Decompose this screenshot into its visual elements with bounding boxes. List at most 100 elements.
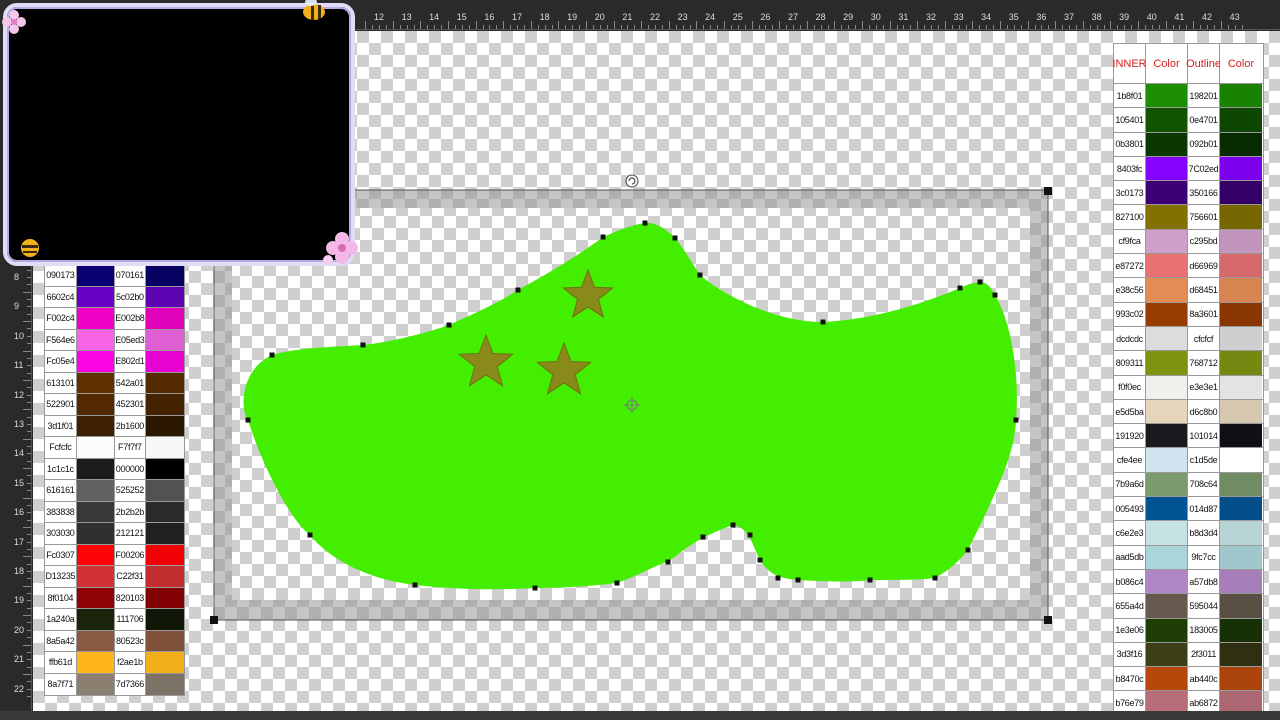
outline-color-swatch[interactable] bbox=[146, 415, 185, 436]
inner-color-swatch[interactable] bbox=[76, 458, 115, 479]
inner-color-swatch[interactable] bbox=[1146, 424, 1188, 448]
inner-color-swatch[interactable] bbox=[76, 480, 115, 501]
outline-color-swatch[interactable] bbox=[146, 523, 185, 544]
inner-color-swatch[interactable] bbox=[1146, 254, 1188, 278]
outline-color-swatch[interactable] bbox=[1220, 642, 1262, 667]
outline-color-swatch[interactable] bbox=[146, 372, 185, 393]
anchor-point[interactable] bbox=[642, 220, 648, 226]
outline-color-swatch[interactable] bbox=[146, 566, 185, 587]
inner-color-swatch[interactable] bbox=[76, 609, 115, 630]
outline-color-swatch[interactable] bbox=[146, 501, 185, 522]
outline-color-swatch[interactable] bbox=[1220, 569, 1262, 594]
outline-color-swatch[interactable] bbox=[1220, 181, 1262, 205]
anchor-point[interactable] bbox=[757, 557, 763, 563]
outline-color-swatch[interactable] bbox=[1220, 205, 1262, 229]
outline-color-swatch[interactable] bbox=[1220, 132, 1262, 156]
anchor-point[interactable] bbox=[867, 577, 873, 583]
inner-color-swatch[interactable] bbox=[1146, 278, 1188, 302]
anchor-point[interactable] bbox=[360, 342, 366, 348]
anchor-point[interactable] bbox=[977, 279, 983, 285]
outline-color-swatch[interactable] bbox=[1220, 521, 1262, 545]
outline-color-swatch[interactable] bbox=[1220, 351, 1262, 375]
inner-color-swatch[interactable] bbox=[76, 587, 115, 608]
inner-color-swatch[interactable] bbox=[1146, 205, 1188, 229]
inner-color-swatch[interactable] bbox=[1146, 181, 1188, 205]
inner-color-swatch[interactable] bbox=[1146, 132, 1188, 156]
inner-color-swatch[interactable] bbox=[76, 437, 115, 458]
anchor-point[interactable] bbox=[446, 322, 452, 328]
outline-color-swatch[interactable] bbox=[1220, 667, 1262, 691]
inner-color-swatch[interactable] bbox=[76, 351, 115, 372]
outline-color-swatch[interactable] bbox=[1220, 84, 1262, 108]
inner-color-swatch[interactable] bbox=[76, 544, 115, 565]
inner-color-swatch[interactable] bbox=[1146, 399, 1188, 424]
anchor-point[interactable] bbox=[932, 575, 938, 581]
outline-color-swatch[interactable] bbox=[1220, 594, 1262, 618]
anchor-point[interactable] bbox=[665, 559, 671, 565]
inner-color-swatch[interactable] bbox=[1146, 569, 1188, 594]
outline-color-swatch[interactable] bbox=[146, 265, 185, 286]
inner-color-swatch[interactable] bbox=[1146, 497, 1188, 521]
outline-color-swatch[interactable] bbox=[1220, 326, 1262, 351]
anchor-point[interactable] bbox=[532, 585, 538, 591]
outline-color-swatch[interactable] bbox=[146, 652, 185, 673]
anchor-point[interactable] bbox=[697, 272, 703, 278]
outline-color-swatch[interactable] bbox=[1220, 278, 1262, 302]
anchor-point[interactable] bbox=[307, 532, 313, 538]
anchor-point[interactable] bbox=[515, 287, 521, 293]
outline-color-swatch[interactable] bbox=[1220, 302, 1262, 326]
outline-color-swatch[interactable] bbox=[1220, 156, 1262, 181]
anchor-point[interactable] bbox=[672, 235, 678, 241]
inner-color-swatch[interactable] bbox=[76, 652, 115, 673]
inner-color-swatch[interactable] bbox=[76, 673, 115, 695]
anchor-point[interactable] bbox=[775, 575, 781, 581]
inner-color-swatch[interactable] bbox=[1146, 618, 1188, 642]
inner-color-swatch[interactable] bbox=[1146, 326, 1188, 351]
inner-color-swatch[interactable] bbox=[1146, 351, 1188, 375]
outline-color-swatch[interactable] bbox=[1220, 448, 1262, 472]
outline-color-swatch[interactable] bbox=[1220, 424, 1262, 448]
outline-color-swatch[interactable] bbox=[1220, 254, 1262, 278]
outline-color-swatch[interactable] bbox=[1220, 375, 1262, 399]
anchor-point[interactable] bbox=[700, 534, 706, 540]
outline-color-swatch[interactable] bbox=[1220, 229, 1262, 254]
anchor-point[interactable] bbox=[820, 319, 826, 325]
inner-color-swatch[interactable] bbox=[1146, 642, 1188, 667]
anchor-point[interactable] bbox=[957, 285, 963, 291]
outline-color-swatch[interactable] bbox=[1220, 497, 1262, 521]
inner-color-swatch[interactable] bbox=[1146, 448, 1188, 472]
inner-color-swatch[interactable] bbox=[1146, 302, 1188, 326]
outline-color-swatch[interactable] bbox=[146, 630, 185, 651]
outline-color-swatch[interactable] bbox=[146, 480, 185, 501]
anchor-point[interactable] bbox=[412, 582, 418, 588]
outline-color-swatch[interactable] bbox=[146, 437, 185, 458]
outline-color-swatch[interactable] bbox=[146, 587, 185, 608]
outline-color-swatch[interactable] bbox=[1220, 472, 1262, 497]
inner-color-swatch[interactable] bbox=[76, 329, 115, 350]
inner-color-swatch[interactable] bbox=[76, 286, 115, 307]
inner-color-swatch[interactable] bbox=[76, 630, 115, 651]
outline-color-swatch[interactable] bbox=[146, 458, 185, 479]
inner-color-swatch[interactable] bbox=[76, 501, 115, 522]
inner-color-swatch[interactable] bbox=[76, 265, 115, 286]
inner-color-swatch[interactable] bbox=[76, 372, 115, 393]
inner-color-swatch[interactable] bbox=[1146, 545, 1188, 569]
anchor-point[interactable] bbox=[747, 532, 753, 538]
outline-color-swatch[interactable] bbox=[146, 286, 185, 307]
inner-color-swatch[interactable] bbox=[76, 523, 115, 544]
anchor-point[interactable] bbox=[795, 577, 801, 583]
anchor-point[interactable] bbox=[614, 580, 620, 586]
outline-color-swatch[interactable] bbox=[1220, 545, 1262, 569]
anchor-point[interactable] bbox=[730, 522, 736, 528]
inner-color-swatch[interactable] bbox=[76, 566, 115, 587]
outline-color-swatch[interactable] bbox=[1220, 108, 1262, 132]
resize-handle-top-right[interactable] bbox=[1044, 187, 1052, 195]
anchor-point[interactable] bbox=[965, 547, 971, 553]
outline-color-swatch[interactable] bbox=[146, 609, 185, 630]
inner-color-swatch[interactable] bbox=[1146, 521, 1188, 545]
inner-color-swatch[interactable] bbox=[1146, 375, 1188, 399]
anchor-point[interactable] bbox=[1013, 417, 1019, 423]
rotate-handle-icon[interactable] bbox=[625, 174, 639, 188]
anchor-point[interactable] bbox=[992, 292, 998, 298]
inner-color-swatch[interactable] bbox=[76, 308, 115, 329]
